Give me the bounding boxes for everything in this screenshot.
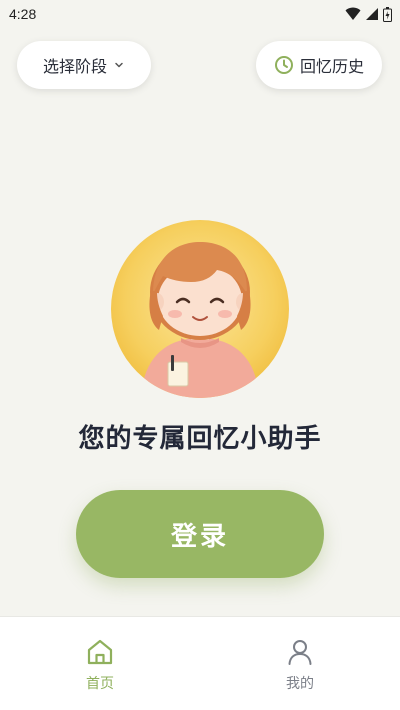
person-icon <box>288 640 312 665</box>
bottom-tab-bar: 首页 我的 <box>0 616 400 710</box>
home-icon <box>87 639 113 665</box>
page-headline: 您的专属回忆小助手 <box>78 424 322 454</box>
status-bar: 4:28 <box>0 0 400 28</box>
history-button[interactable]: 回忆历史 <box>256 41 382 89</box>
history-label: 回忆历史 <box>299 57 364 76</box>
tab-mine-label: 我的 <box>286 676 314 692</box>
clock-icon <box>274 56 293 74</box>
assistant-avatar <box>111 220 289 398</box>
login-button[interactable]: 登录 <box>76 490 324 578</box>
status-icons <box>345 6 392 22</box>
tab-home[interactable]: 首页 <box>60 637 140 697</box>
battery-icon <box>383 6 392 22</box>
signal-icon <box>366 8 378 20</box>
status-time: 4:28 <box>9 6 37 22</box>
tab-home-label: 首页 <box>86 676 114 692</box>
wifi-icon <box>345 7 361 20</box>
tab-mine[interactable]: 我的 <box>260 637 340 697</box>
stage-select-button[interactable]: 选择阶段 <box>17 41 151 89</box>
chevron-down-icon <box>115 62 123 68</box>
stage-select-label: 选择阶段 <box>42 57 107 76</box>
